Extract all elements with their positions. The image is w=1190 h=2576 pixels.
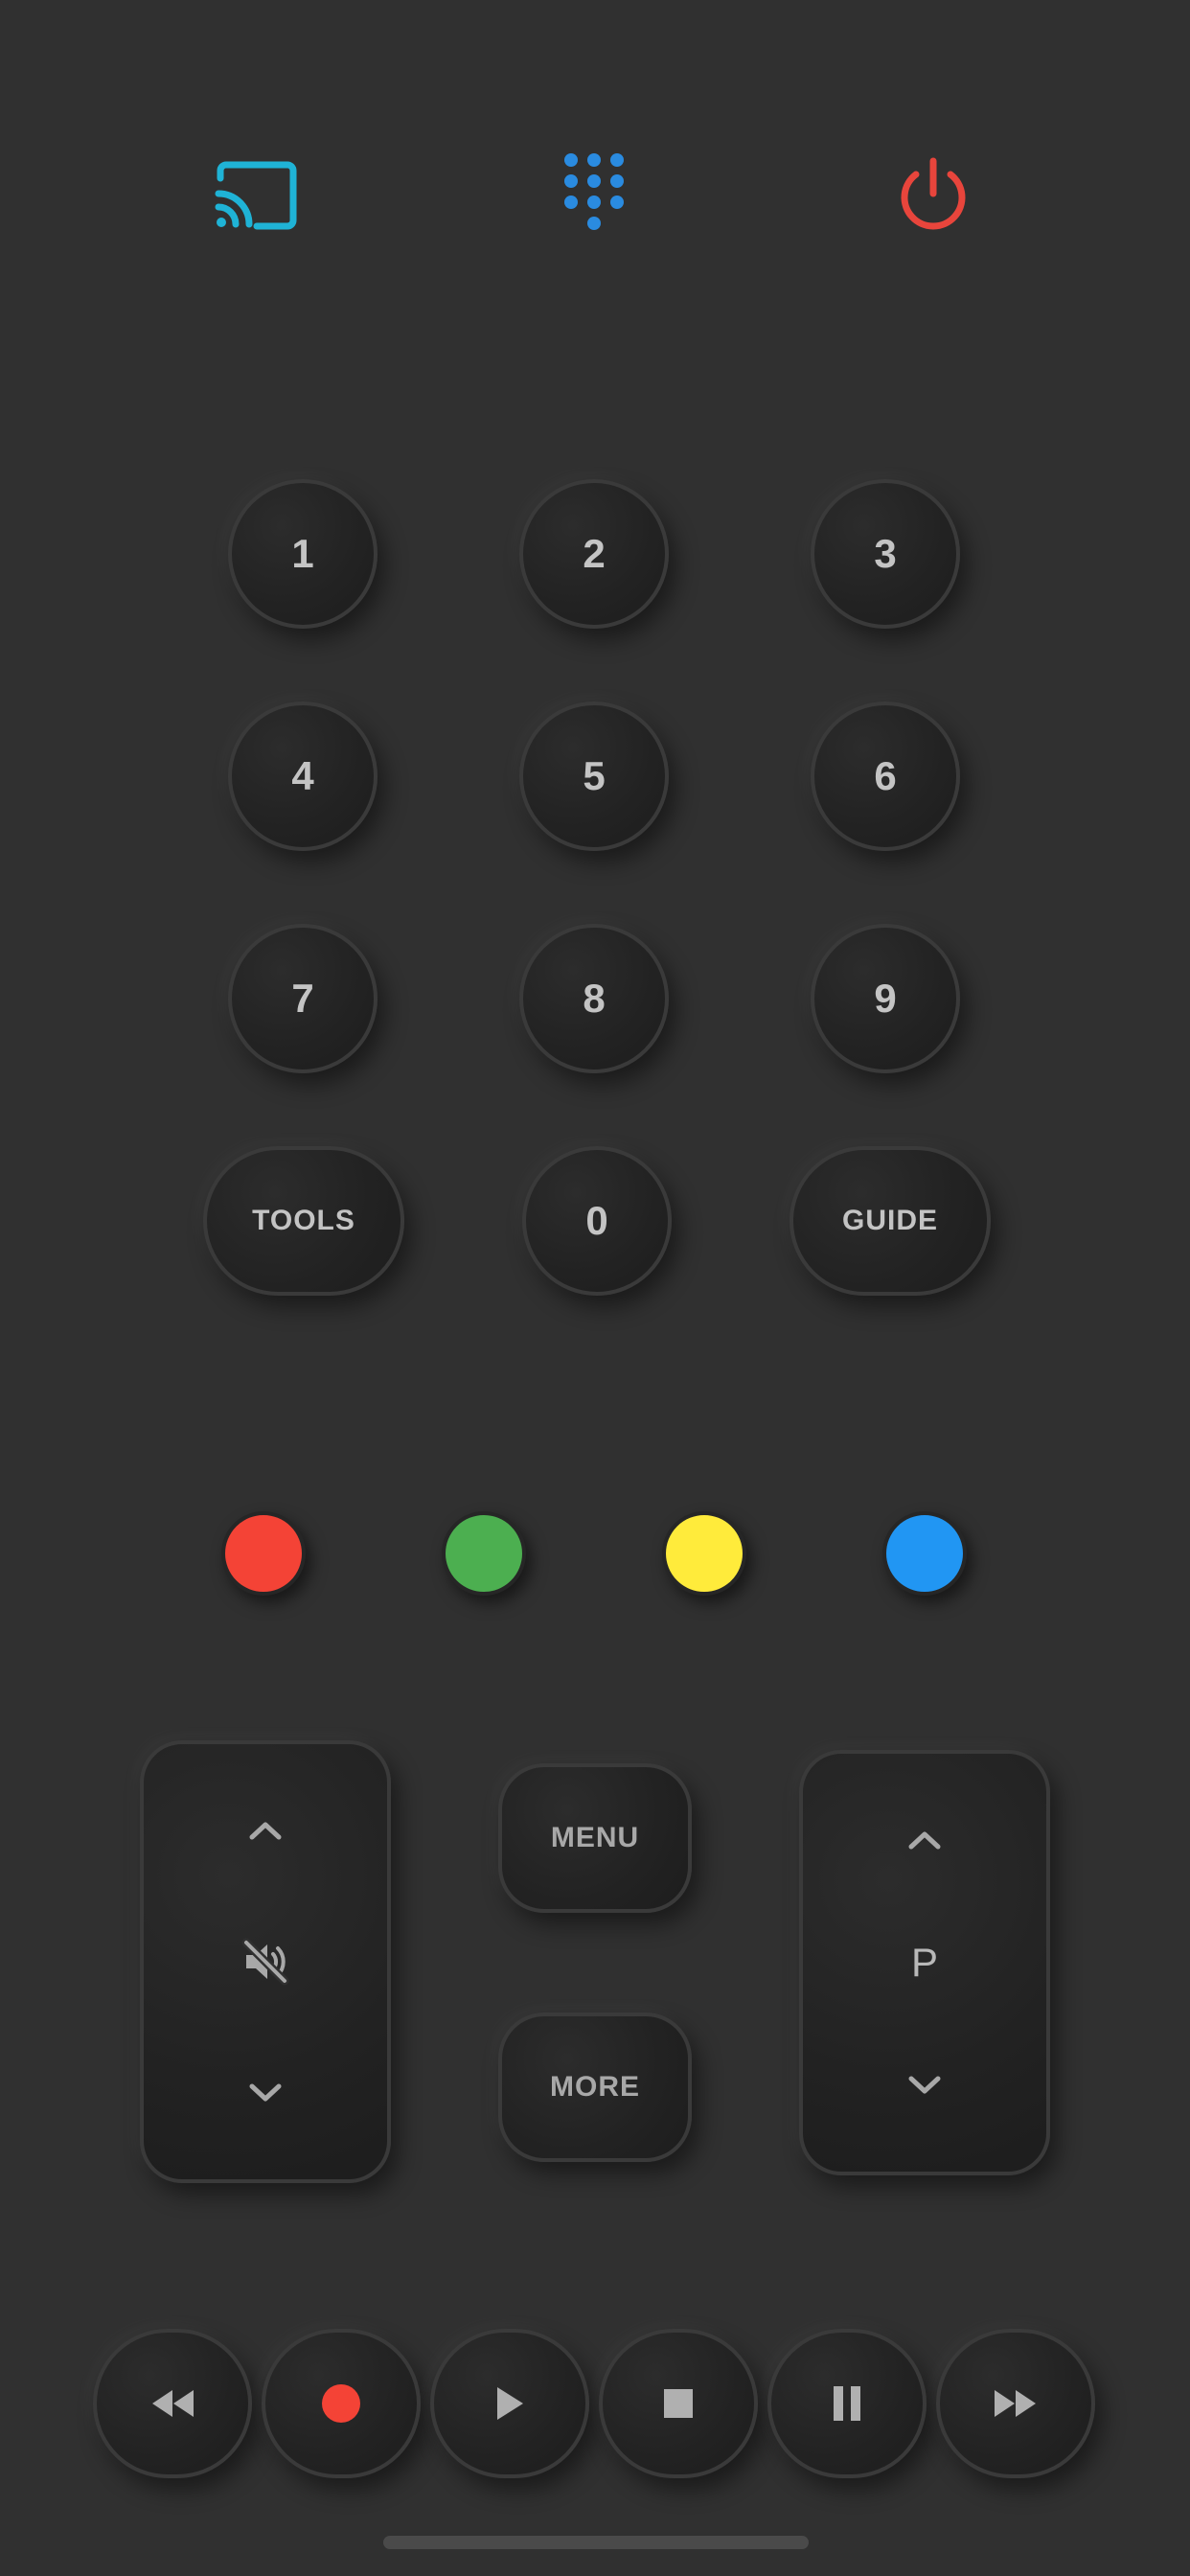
channel-label: P bbox=[910, 1940, 938, 1985]
mute-icon bbox=[241, 1938, 289, 1986]
key-1[interactable]: 1 bbox=[228, 479, 378, 629]
power-button[interactable] bbox=[876, 138, 991, 253]
play-icon bbox=[497, 2387, 523, 2420]
chevron-down-icon bbox=[249, 2083, 282, 2102]
volume-up-button[interactable] bbox=[249, 1802, 282, 1859]
channel-rocker: P bbox=[799, 1750, 1050, 2175]
key-0[interactable]: 0 bbox=[522, 1146, 672, 1296]
menu-button[interactable]: MENU bbox=[498, 1763, 692, 1913]
channel-down-button[interactable] bbox=[908, 2057, 941, 2114]
yellow-button[interactable] bbox=[662, 1511, 746, 1596]
guide-button[interactable]: GUIDE bbox=[790, 1146, 991, 1296]
tools-label: TOOLS bbox=[252, 1205, 355, 1236]
blue-button[interactable] bbox=[882, 1511, 967, 1596]
fast-forward-button[interactable] bbox=[936, 2329, 1095, 2478]
key-4-label: 4 bbox=[291, 753, 314, 798]
pause-button[interactable] bbox=[767, 2329, 927, 2478]
key-9-label: 9 bbox=[874, 976, 897, 1021]
play-button[interactable] bbox=[430, 2329, 589, 2478]
volume-rocker bbox=[140, 1740, 391, 2183]
keypad-icon bbox=[564, 153, 624, 230]
tools-button[interactable]: TOOLS bbox=[203, 1146, 404, 1296]
key-3-label: 3 bbox=[874, 531, 897, 576]
key-5[interactable]: 5 bbox=[519, 702, 669, 851]
guide-label: GUIDE bbox=[841, 1205, 938, 1236]
record-icon bbox=[322, 2384, 360, 2423]
cast-icon bbox=[215, 161, 297, 230]
key-9[interactable]: 9 bbox=[811, 924, 960, 1073]
red-button[interactable] bbox=[221, 1511, 306, 1596]
power-icon bbox=[901, 157, 966, 230]
key-4[interactable]: 4 bbox=[228, 702, 378, 851]
green-button[interactable] bbox=[442, 1511, 526, 1596]
key-5-label: 5 bbox=[583, 753, 606, 798]
record-button[interactable] bbox=[262, 2329, 421, 2478]
rewind-icon bbox=[152, 2390, 194, 2417]
key-0-label: 0 bbox=[585, 1198, 608, 1243]
key-8[interactable]: 8 bbox=[519, 924, 669, 1073]
cast-button[interactable] bbox=[197, 138, 312, 253]
mute-button[interactable] bbox=[240, 1933, 290, 1990]
key-6[interactable]: 6 bbox=[811, 702, 960, 851]
chevron-up-icon bbox=[908, 1831, 941, 1850]
chevron-up-icon bbox=[249, 1822, 282, 1840]
home-indicator[interactable] bbox=[383, 2536, 809, 2549]
pause-icon bbox=[834, 2386, 860, 2421]
stop-icon bbox=[664, 2389, 693, 2418]
menu-label: MENU bbox=[550, 1822, 640, 1853]
channel-up-button[interactable] bbox=[908, 1811, 941, 1869]
key-6-label: 6 bbox=[874, 753, 897, 798]
more-button[interactable]: MORE bbox=[498, 2012, 692, 2162]
volume-down-button[interactable] bbox=[249, 2064, 282, 2122]
key-7[interactable]: 7 bbox=[228, 924, 378, 1073]
remote-screen: 1 2 3 4 5 6 7 8 9 TOOLS 0 GUIDE MENU MOR… bbox=[0, 0, 1190, 2576]
key-8-label: 8 bbox=[583, 976, 606, 1021]
key-7-label: 7 bbox=[291, 976, 314, 1021]
more-label: MORE bbox=[550, 2071, 640, 2103]
key-2-label: 2 bbox=[583, 531, 606, 576]
fast-forward-icon bbox=[995, 2390, 1036, 2417]
rewind-button[interactable] bbox=[93, 2329, 252, 2478]
stop-button[interactable] bbox=[599, 2329, 758, 2478]
key-1-label: 1 bbox=[291, 531, 314, 576]
chevron-down-icon bbox=[908, 2076, 941, 2094]
keypad-button[interactable] bbox=[537, 138, 652, 253]
key-2[interactable]: 2 bbox=[519, 479, 669, 629]
key-3[interactable]: 3 bbox=[811, 479, 960, 629]
